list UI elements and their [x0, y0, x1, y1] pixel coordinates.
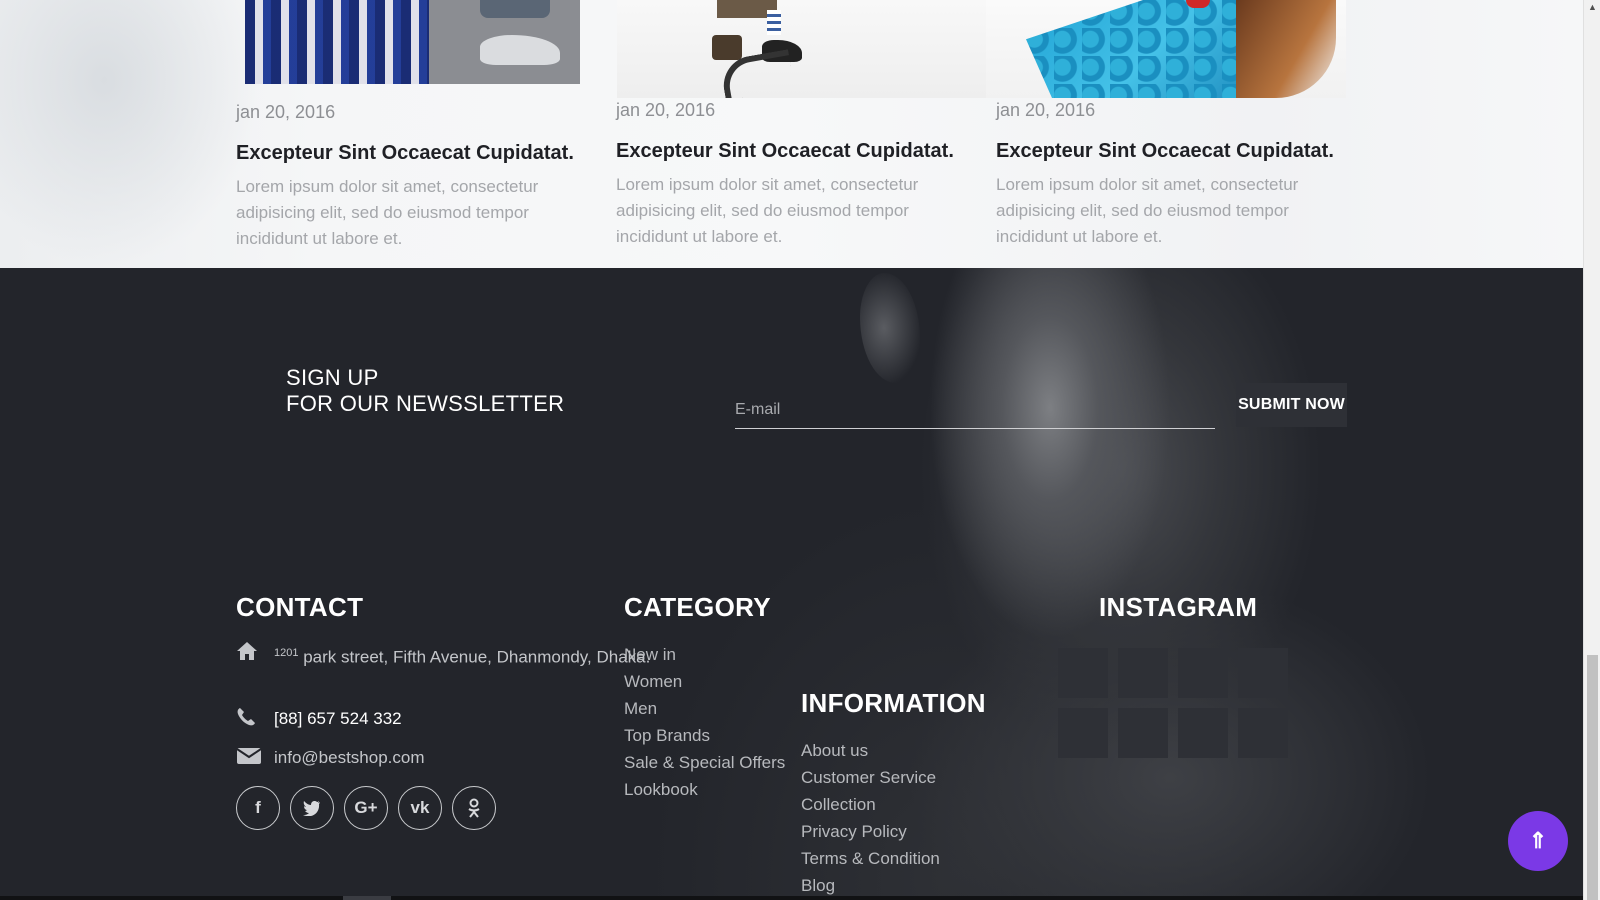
category-link-new-in[interactable]: New in: [624, 641, 785, 668]
newsletter-heading-line2: FOR OUR NEWSSLETTER: [286, 391, 565, 416]
instagram-thumbnail[interactable]: [1238, 648, 1288, 698]
info-link-customer-service[interactable]: Customer Service: [801, 764, 940, 791]
blog-card-image[interactable]: [245, 0, 580, 84]
blog-section: jan 20, 2016 Excepteur Sint Occaecat Cup…: [0, 0, 1583, 268]
info-link-blog[interactable]: Blog: [801, 872, 940, 899]
category-link-sale[interactable]: Sale & Special Offers: [624, 749, 785, 776]
twitter-icon[interactable]: [290, 786, 334, 830]
odnoklassniki-icon[interactable]: [452, 786, 496, 830]
category-link-men[interactable]: Men: [624, 695, 785, 722]
envelope-icon: [236, 746, 262, 768]
scroll-thumb[interactable]: [1587, 655, 1598, 900]
information-heading: INFORMATION: [801, 688, 986, 718]
newsletter-heading: SIGN UP FOR OUR NEWSSLETTER: [286, 365, 564, 417]
blog-card-date: jan 20, 2016: [616, 100, 716, 120]
footer: SIGN UP FOR OUR NEWSSLETTER SUBMIT NOW C…: [0, 268, 1583, 900]
category-link-lookbook[interactable]: Lookbook: [624, 776, 785, 803]
instagram-thumbnail[interactable]: [1118, 708, 1168, 758]
info-link-about-us[interactable]: About us: [801, 737, 940, 764]
social-links: f G+ vk: [236, 786, 506, 830]
scroll-up-arrow-icon[interactable]: ▲: [1584, 0, 1600, 15]
boot-shape: [712, 35, 742, 60]
background-portrait: [650, 268, 1550, 900]
address-street: park street, Fifth Avenue, Dhanmondy, Dh…: [298, 647, 651, 667]
contact-phone: [88] 657 524 332: [236, 707, 402, 731]
instagram-heading: INSTAGRAM: [1099, 592, 1258, 622]
category-link-women[interactable]: Women: [624, 668, 785, 695]
home-icon: [236, 641, 262, 663]
blog-card-date: jan 20, 2016: [236, 102, 336, 122]
category-link-top-brands[interactable]: Top Brands: [624, 722, 785, 749]
instagram-thumbnail[interactable]: [1178, 708, 1228, 758]
category-list: New in Women Men Top Brands Sale & Speci…: [624, 641, 785, 803]
vk-icon[interactable]: vk: [398, 786, 442, 830]
address-text: 1201 park street, Fifth Avenue, Dhanmond…: [274, 641, 650, 670]
blog-card-image[interactable]: [617, 0, 989, 98]
jeans-shape: [480, 0, 550, 18]
category-heading: CATEGORY: [624, 592, 771, 622]
bottom-edge: [0, 896, 1583, 900]
blog-card-text: Lorem ipsum dolor sit amet, consectetur …: [616, 175, 919, 246]
blog-card-title[interactable]: Excepteur Sint Occaecat Cupidatat.: [616, 140, 954, 163]
google-plus-icon[interactable]: G+: [344, 786, 388, 830]
instagram-grid: [1058, 648, 1288, 758]
info-link-collection[interactable]: Collection: [801, 791, 940, 818]
blog-card-image[interactable]: [986, 0, 1346, 98]
newsletter-heading-line1: SIGN UP: [286, 365, 379, 390]
blog-card-date: jan 20, 2016: [996, 100, 1096, 120]
submit-now-button[interactable]: SUBMIT NOW: [1236, 383, 1347, 427]
address-number: 1201: [274, 647, 299, 659]
instagram-thumbnail[interactable]: [1238, 708, 1288, 758]
hair-shape: [1236, 0, 1336, 98]
contact-email: info@bestshop.com: [236, 746, 425, 770]
page-scrollbar[interactable]: ▲: [1583, 0, 1600, 900]
contact-address: 1201 park street, Fifth Avenue, Dhanmond…: [236, 641, 650, 670]
email-address[interactable]: info@bestshop.com: [274, 746, 425, 770]
bottom-edge-marker: [343, 896, 391, 900]
phone-icon: [236, 707, 262, 729]
instagram-thumbnail[interactable]: [1178, 648, 1228, 698]
info-link-privacy-policy[interactable]: Privacy Policy: [801, 818, 940, 845]
newsletter-email-wrapper: [735, 393, 1215, 429]
blog-card-title[interactable]: Excepteur Sint Occaecat Cupidatat.: [236, 142, 574, 165]
blog-card-text: Lorem ipsum dolor sit amet, consectetur …: [996, 175, 1299, 246]
instagram-thumbnail[interactable]: [1118, 648, 1168, 698]
contact-heading: CONTACT: [236, 592, 364, 622]
instagram-thumbnail[interactable]: [1058, 708, 1108, 758]
newsletter-email-input[interactable]: [735, 393, 1215, 427]
sock-shape: [767, 10, 781, 35]
instagram-thumbnail[interactable]: [1058, 648, 1108, 698]
blog-card-title[interactable]: Excepteur Sint Occaecat Cupidatat.: [996, 140, 1334, 163]
blog-card-text: Lorem ipsum dolor sit amet, consectetur …: [236, 177, 539, 248]
phone-number[interactable]: [88] 657 524 332: [274, 707, 402, 731]
back-to-top-button[interactable]: ⇑: [1508, 811, 1568, 871]
information-list: About us Customer Service Collection Pri…: [801, 737, 940, 899]
facebook-icon[interactable]: f: [236, 786, 280, 830]
info-link-terms[interactable]: Terms & Condition: [801, 845, 940, 872]
